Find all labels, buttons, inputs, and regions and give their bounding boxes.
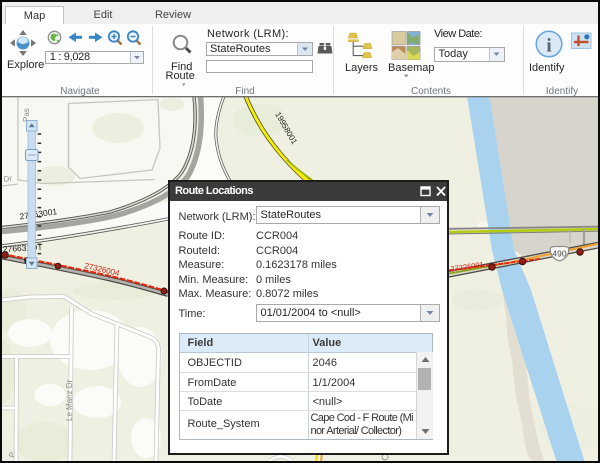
svg-text:490: 490 bbox=[552, 249, 566, 259]
svg-text:Le Manz Dr: Le Manz Dr bbox=[65, 379, 74, 421]
svg-text:Pas: Pas bbox=[22, 108, 31, 122]
svg-text:i: i bbox=[546, 36, 551, 57]
svg-text:276631DT: 276631DT bbox=[3, 242, 43, 254]
